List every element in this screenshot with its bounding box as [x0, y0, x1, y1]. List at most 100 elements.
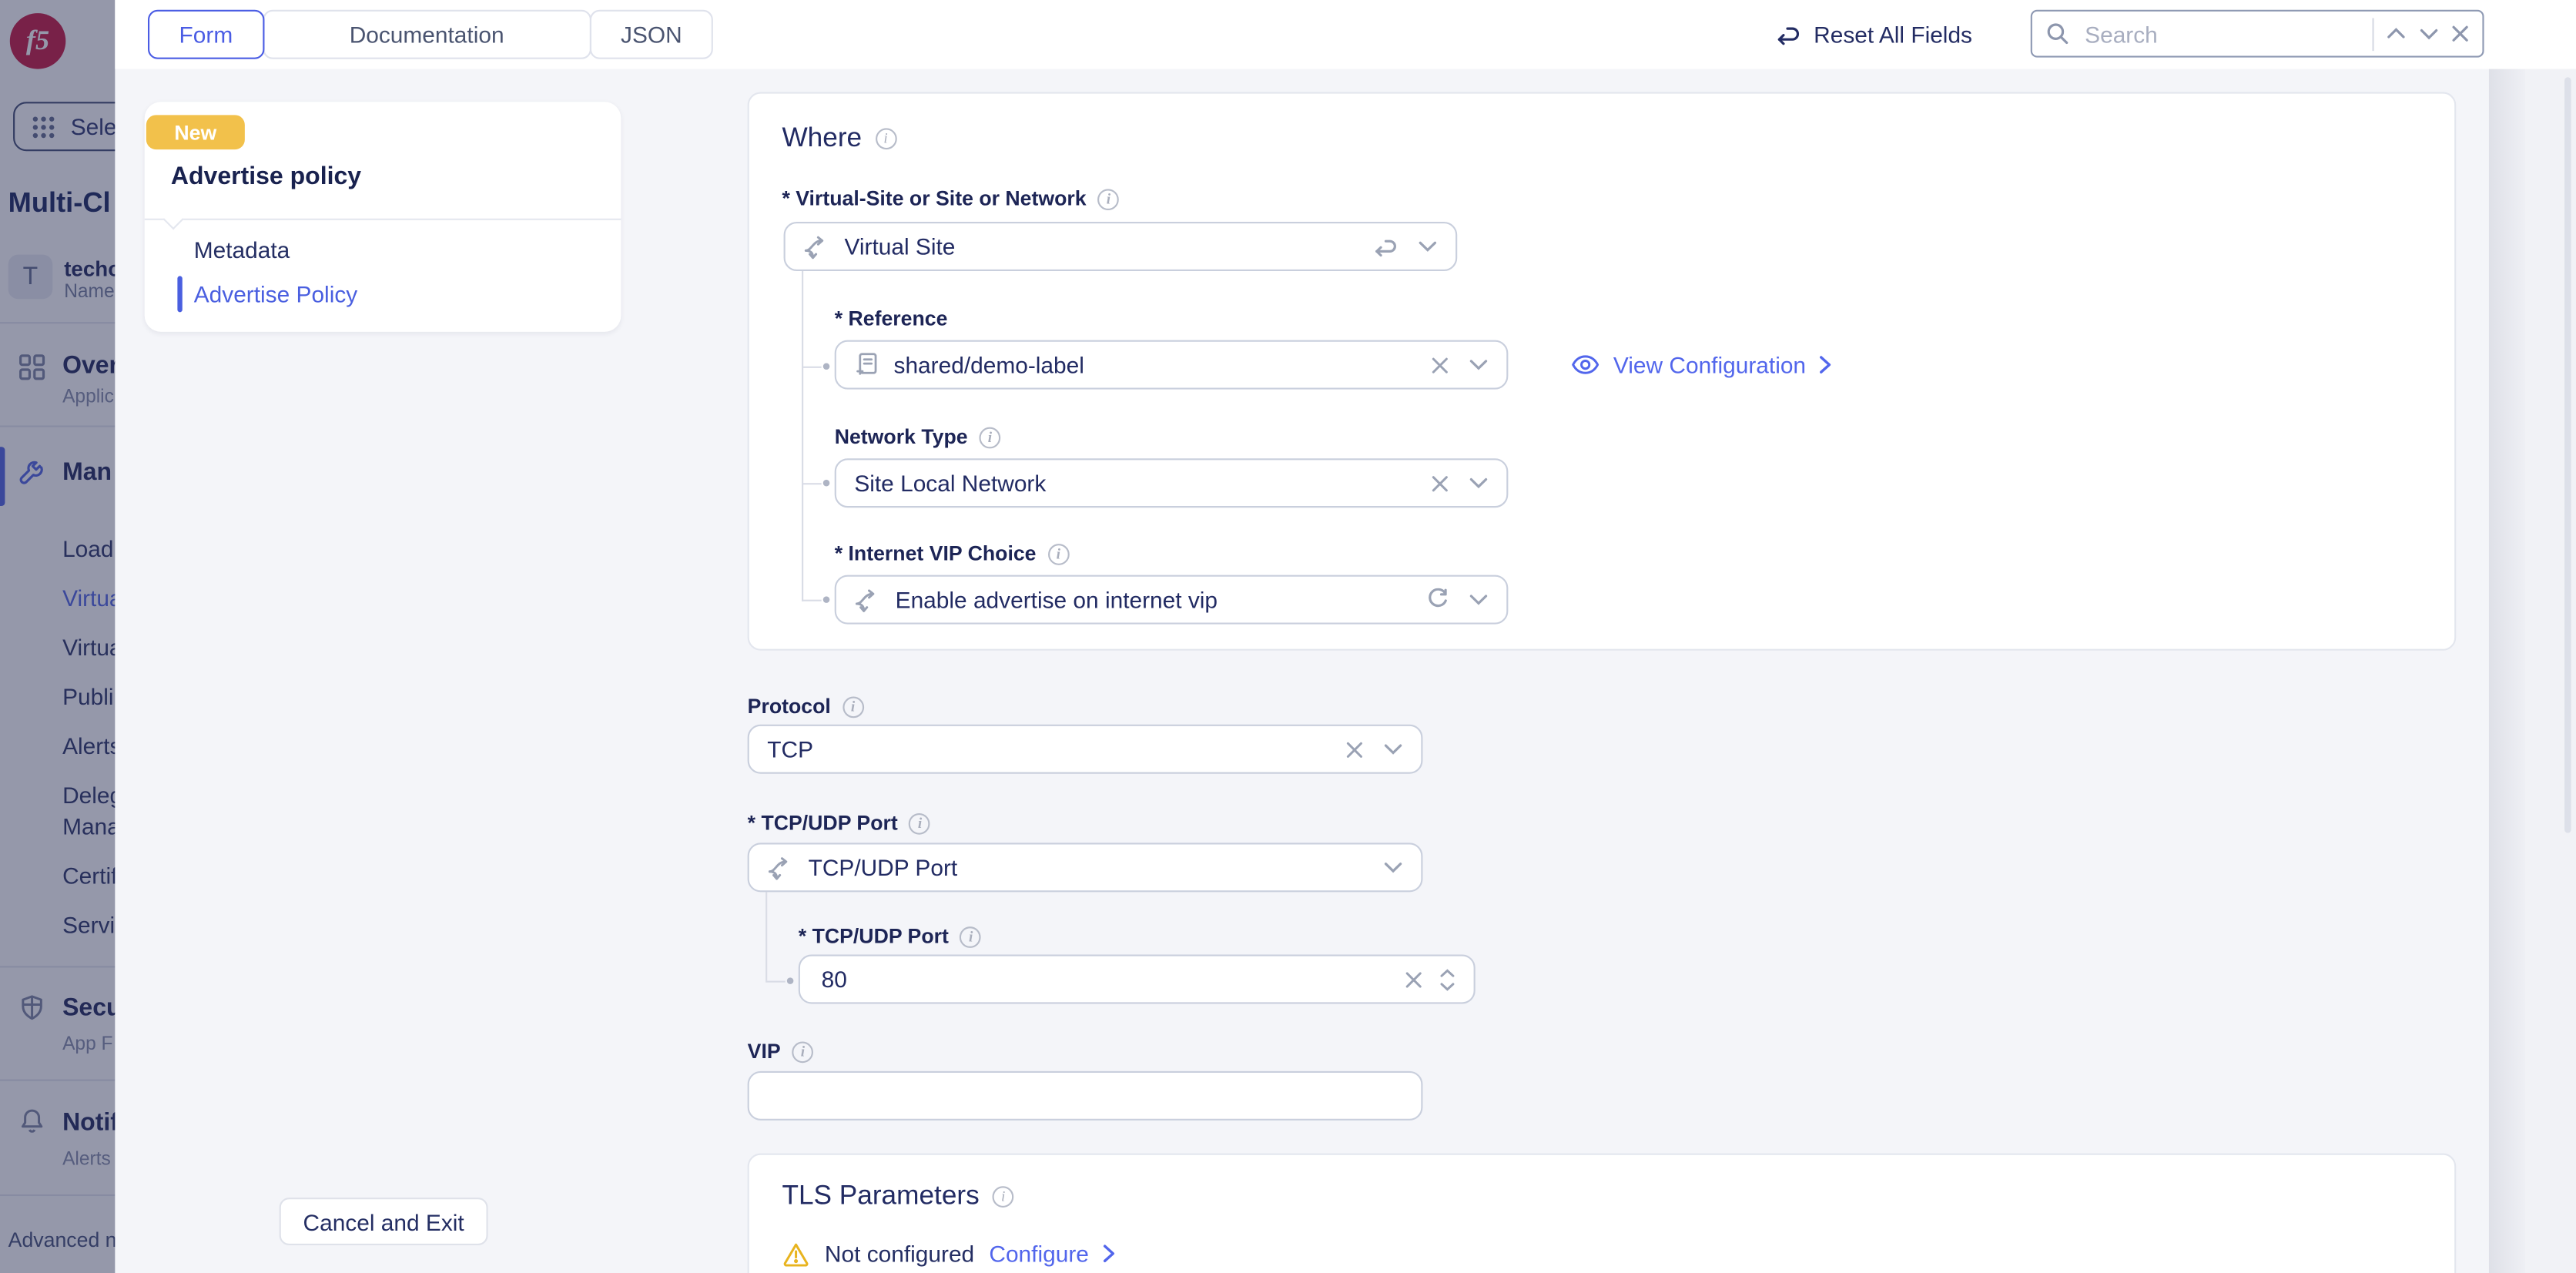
virtual-site-label-text: * Virtual-Site or Site or Network — [782, 187, 1086, 210]
tls-status-row: Not configured Configure — [782, 1241, 1115, 1267]
vertical-scrollbar[interactable] — [2564, 77, 2571, 832]
chevron-up-icon[interactable] — [2386, 26, 2407, 41]
chevron-down-icon[interactable] — [1383, 861, 1403, 874]
warning-icon — [782, 1241, 809, 1266]
virtual-site-select[interactable]: Virtual Site — [784, 222, 1458, 271]
info-icon[interactable]: i — [980, 427, 1001, 448]
tls-parameters-card: TLS Parameters i Not configured Configur… — [748, 1154, 2457, 1273]
chevron-right-icon — [1819, 355, 1832, 375]
search-box[interactable] — [2031, 10, 2484, 58]
chevron-down-icon[interactable] — [1469, 477, 1489, 490]
chevron-down-icon[interactable] — [1418, 240, 1438, 253]
search-input[interactable] — [2082, 19, 2361, 49]
chevron-down-icon[interactable] — [1469, 593, 1489, 606]
branch-choice-icon — [803, 233, 829, 260]
tree-line — [802, 271, 803, 601]
number-stepper[interactable] — [1439, 966, 1455, 991]
wizard-panel: New Advertise policy Metadata Advertise … — [145, 102, 621, 332]
branch-choice-icon — [854, 587, 880, 613]
tree-line — [802, 600, 822, 601]
network-type-value: Site Local Network — [854, 470, 1416, 496]
reference-value: shared/demo-label — [894, 352, 1416, 378]
info-icon[interactable]: i — [842, 695, 864, 717]
view-tabs: Form Documentation JSON — [148, 10, 713, 59]
internet-vip-choice-select[interactable]: Enable advertise on internet vip — [835, 575, 1509, 625]
info-icon[interactable]: i — [1047, 543, 1069, 564]
reference-label-text: * Reference — [835, 307, 948, 330]
tls-status-text: Not configured — [825, 1241, 974, 1267]
reference-object-icon — [854, 352, 879, 378]
tab-form[interactable]: Form — [148, 10, 264, 59]
vip-label: VIP i — [748, 1040, 814, 1063]
wizard-title: Advertise policy — [171, 162, 361, 190]
tls-configure-link[interactable]: Configure — [989, 1241, 1115, 1267]
vip-label-text: VIP — [748, 1040, 781, 1063]
tree-line — [802, 483, 822, 484]
protocol-select[interactable]: TCP — [748, 725, 1423, 774]
divider — [145, 219, 621, 220]
internet-vip-choice-label-text: * Internet VIP Choice — [835, 542, 1037, 565]
collapse-notch-icon[interactable] — [162, 209, 183, 229]
reset-all-fields-button[interactable]: Reset All Fields — [1774, 0, 1972, 69]
network-type-label-text: Network Type — [835, 426, 968, 449]
port-choice-label-text: * TCP/UDP Port — [748, 812, 898, 835]
tree-dot — [823, 596, 830, 603]
port-choice-value: TCP/UDP Port — [809, 854, 1368, 880]
screen: f5 Select Multi-Cl T techo Name Over App… — [0, 0, 2576, 1273]
chevron-right-icon — [1102, 1244, 1115, 1264]
tls-title: TLS Parameters i — [782, 1181, 1013, 1213]
tree-dot — [787, 977, 794, 984]
info-icon[interactable]: i — [792, 1040, 814, 1062]
new-badge: New — [146, 115, 245, 149]
info-icon[interactable]: i — [1098, 188, 1120, 209]
cancel-and-exit-button[interactable]: Cancel and Exit — [280, 1198, 488, 1245]
refresh-icon[interactable] — [1426, 588, 1449, 611]
reference-select[interactable]: shared/demo-label — [835, 340, 1509, 390]
network-type-select[interactable]: Site Local Network — [835, 458, 1509, 508]
clear-icon[interactable] — [1431, 356, 1449, 374]
port-input-wrap — [799, 954, 1476, 1003]
chevron-down-icon[interactable] — [1383, 742, 1403, 755]
tree-line — [802, 367, 822, 368]
network-type-label: Network Type i — [835, 426, 1001, 449]
info-icon[interactable]: i — [875, 128, 896, 149]
info-icon[interactable]: i — [960, 926, 982, 947]
branch-choice-icon — [767, 854, 793, 880]
tab-documentation[interactable]: Documentation — [263, 10, 591, 59]
view-configuration-link[interactable]: View Configuration — [1570, 352, 1832, 378]
where-title: Where i — [782, 123, 896, 155]
virtual-site-value: Virtual Site — [845, 233, 1358, 260]
wizard-step-metadata[interactable]: Metadata — [194, 236, 290, 263]
clear-icon[interactable] — [1345, 740, 1363, 758]
info-icon[interactable]: i — [909, 812, 931, 834]
internet-vip-choice-label: * Internet VIP Choice i — [835, 542, 1069, 565]
wizard-step-advertise-policy[interactable]: Advertise Policy — [194, 281, 357, 307]
tab-json[interactable]: JSON — [590, 10, 714, 59]
protocol-value: TCP — [767, 736, 1331, 762]
where-section-card: Where i * Virtual-Site or Site or Networ… — [748, 92, 2457, 650]
undo-icon — [1774, 22, 1801, 47]
where-title-text: Where — [782, 123, 862, 155]
form-drawer: Form Documentation JSON Reset All Fields — [115, 0, 2576, 1273]
info-icon[interactable]: i — [993, 1186, 1014, 1208]
port-choice-select[interactable]: TCP/UDP Port — [748, 843, 1423, 892]
drawer-topbar: Form Documentation JSON Reset All Fields — [115, 0, 2576, 69]
chevron-down-icon[interactable] — [2418, 26, 2440, 41]
eye-icon — [1570, 353, 1600, 377]
tree-line — [765, 892, 767, 980]
close-icon[interactable] — [2451, 25, 2469, 42]
clear-icon[interactable] — [1405, 970, 1422, 988]
port-label-text: * TCP/UDP Port — [799, 925, 949, 948]
chevron-down-icon[interactable] — [1469, 358, 1489, 371]
virtual-site-label: * Virtual-Site or Site or Network i — [782, 187, 1119, 210]
port-choice-label: * TCP/UDP Port i — [748, 812, 931, 835]
clear-icon[interactable] — [1431, 474, 1449, 491]
port-input[interactable] — [818, 964, 1388, 993]
vip-input-wrap — [748, 1071, 1423, 1121]
vip-input[interactable] — [767, 1081, 1403, 1111]
view-configuration-text: View Configuration — [1613, 352, 1806, 378]
reset-label: Reset All Fields — [1814, 22, 1972, 48]
protocol-label-text: Protocol — [748, 695, 831, 718]
reset-field-icon[interactable] — [1372, 235, 1398, 258]
tree-dot — [823, 480, 830, 487]
